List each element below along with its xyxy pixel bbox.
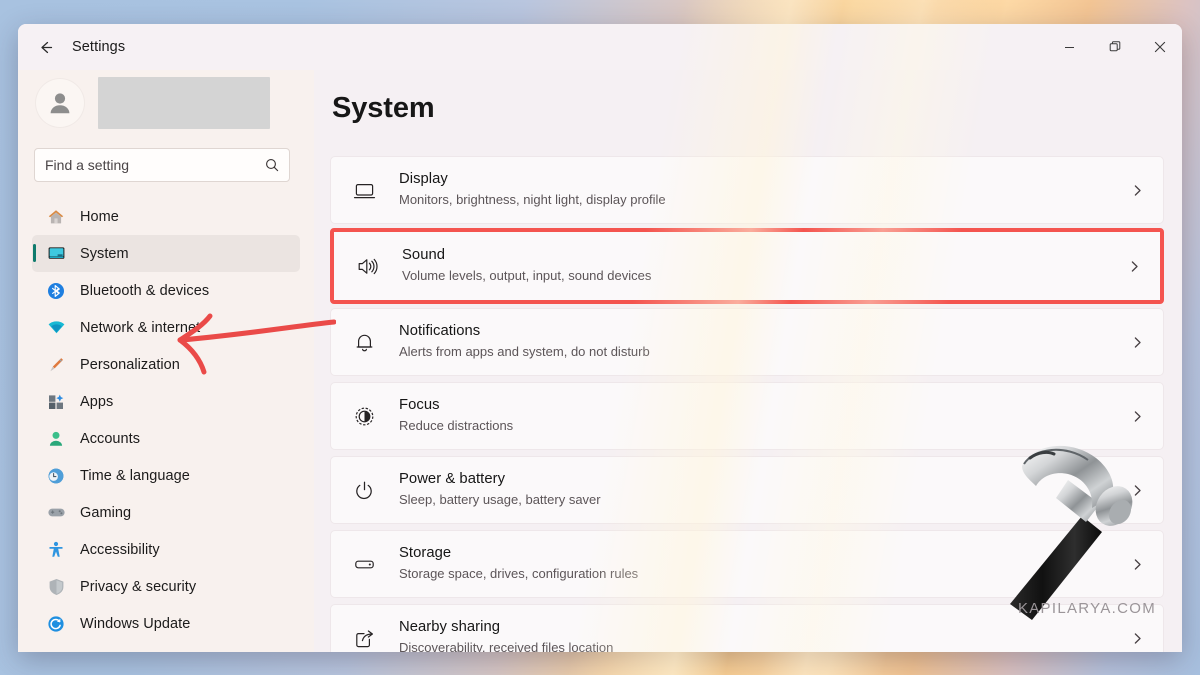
sidebar-item-windows-update[interactable]: Windows Update xyxy=(32,605,300,642)
sidebar-item-gaming[interactable]: Gaming xyxy=(32,494,300,531)
sidebar-item-personalization[interactable]: Personalization xyxy=(32,346,300,383)
sidebar-item-label: Accessibility xyxy=(80,541,160,558)
search-input[interactable]: Find a setting xyxy=(34,148,290,182)
sidebar-item-label: Windows Update xyxy=(80,615,191,632)
nearby-share-icon xyxy=(351,625,377,651)
system-monitor-icon xyxy=(46,244,66,264)
sidebar-item-home[interactable]: Home xyxy=(32,198,300,235)
card-title: Storage xyxy=(399,545,452,562)
chevron-right-icon xyxy=(1129,336,1145,349)
apps-grid-icon xyxy=(46,392,66,412)
back-arrow-icon[interactable] xyxy=(28,32,62,62)
card-title: Notifications xyxy=(399,323,481,340)
settings-card-storage[interactable]: Storage Storage space, drives, configura… xyxy=(330,530,1164,598)
settings-card-sound[interactable]: Sound Volume levels, output, input, soun… xyxy=(330,228,1164,304)
account-tile[interactable] xyxy=(32,70,300,136)
sidebar-item-label: Network & internet xyxy=(80,319,201,336)
settings-window: Settings Find a setting Home System Blue… xyxy=(18,24,1182,652)
card-description: Discoverability, received files location xyxy=(399,640,614,652)
card-title: Display xyxy=(399,171,448,188)
card-text: Notifications Alerts from apps and syste… xyxy=(399,322,1129,362)
desktop-background: Settings Find a setting Home System Blue… xyxy=(0,0,1200,675)
card-description: Alerts from apps and system, do not dist… xyxy=(399,344,650,360)
card-text: Focus Reduce distractions xyxy=(399,396,1129,436)
settings-card-power-battery[interactable]: Power & battery Sleep, battery usage, ba… xyxy=(330,456,1164,524)
sidebar-item-label: Privacy & security xyxy=(80,578,197,595)
power-icon xyxy=(351,477,377,503)
sidebar-item-system[interactable]: System xyxy=(32,235,300,272)
chevron-right-icon xyxy=(1129,558,1145,571)
card-description: Reduce distractions xyxy=(399,418,514,434)
display-monitor-icon xyxy=(351,177,377,203)
clock-globe-icon xyxy=(46,466,66,486)
chevron-right-icon xyxy=(1129,410,1145,423)
sidebar-item-label: Accounts xyxy=(80,430,141,447)
close-icon[interactable] xyxy=(1137,24,1182,70)
person-avatar-icon xyxy=(36,79,84,127)
gamepad-icon xyxy=(46,503,66,523)
sidebar-item-accessibility[interactable]: Accessibility xyxy=(32,531,300,568)
settings-card-notifications[interactable]: Notifications Alerts from apps and syste… xyxy=(330,308,1164,376)
card-title: Focus xyxy=(399,397,440,414)
sidebar-item-label: Personalization xyxy=(80,356,180,373)
window-controls xyxy=(1047,24,1182,70)
card-text: Display Monitors, brightness, night ligh… xyxy=(399,170,1129,210)
sidebar-item-label: Bluetooth & devices xyxy=(80,282,210,299)
chevron-right-icon xyxy=(1126,260,1142,273)
card-text: Nearby sharing Discoverability, received… xyxy=(399,618,1129,652)
window-titlebar: Settings xyxy=(18,24,1182,70)
card-text: Power & battery Sleep, battery usage, ba… xyxy=(399,470,1129,510)
network-wifi-icon xyxy=(46,318,66,338)
speaker-sound-icon xyxy=(354,253,380,279)
shield-icon xyxy=(46,577,66,597)
page-title: System xyxy=(332,92,435,124)
storage-drive-icon xyxy=(351,551,377,577)
accessibility-person-icon xyxy=(46,540,66,560)
sidebar-item-apps[interactable]: Apps xyxy=(32,383,300,420)
sidebar-nav: Home System Bluetooth & devices Network … xyxy=(32,198,300,642)
sidebar-item-bluetooth-devices[interactable]: Bluetooth & devices xyxy=(32,272,300,309)
chevron-right-icon xyxy=(1129,184,1145,197)
card-description: Volume levels, output, input, sound devi… xyxy=(402,268,652,284)
home-icon xyxy=(46,207,66,227)
chevron-right-icon xyxy=(1129,484,1145,497)
card-title: Sound xyxy=(402,247,446,264)
update-refresh-icon xyxy=(46,614,66,634)
settings-card-list: Display Monitors, brightness, night ligh… xyxy=(330,156,1164,652)
accounts-person-icon xyxy=(46,429,66,449)
card-text: Storage Storage space, drives, configura… xyxy=(399,544,1129,584)
minimize-icon[interactable] xyxy=(1047,24,1092,70)
sidebar-item-network-internet[interactable]: Network & internet xyxy=(32,309,300,346)
sidebar-item-label: Home xyxy=(80,208,119,225)
chevron-right-icon xyxy=(1129,632,1145,645)
window-body: Find a setting Home System Bluetooth & d… xyxy=(18,70,1182,652)
sidebar-item-privacy-security[interactable]: Privacy & security xyxy=(32,568,300,605)
sidebar-item-time-language[interactable]: Time & language xyxy=(32,457,300,494)
sidebar-item-label: System xyxy=(80,245,129,262)
bluetooth-icon xyxy=(46,281,66,301)
paintbrush-icon xyxy=(46,355,66,375)
sidebar-item-accounts[interactable]: Accounts xyxy=(32,420,300,457)
sidebar-item-label: Gaming xyxy=(80,504,132,521)
maximize-icon[interactable] xyxy=(1092,24,1137,70)
search-icon xyxy=(265,158,279,172)
settings-card-display[interactable]: Display Monitors, brightness, night ligh… xyxy=(330,156,1164,224)
sidebar-item-label: Time & language xyxy=(80,467,190,484)
card-title: Nearby sharing xyxy=(399,619,501,636)
card-description: Sleep, battery usage, battery saver xyxy=(399,492,601,508)
app-title: Settings xyxy=(72,39,126,55)
settings-card-focus[interactable]: Focus Reduce distractions xyxy=(330,382,1164,450)
search-placeholder: Find a setting xyxy=(45,157,130,173)
card-text: Sound Volume levels, output, input, soun… xyxy=(402,246,1126,286)
card-description: Monitors, brightness, night light, displ… xyxy=(399,192,666,208)
card-title: Power & battery xyxy=(399,471,506,488)
sidebar: Find a setting Home System Bluetooth & d… xyxy=(18,70,336,652)
main-content: System Display Monitors, brightness, nig… xyxy=(314,70,1182,652)
settings-card-nearby-sharing[interactable]: Nearby sharing Discoverability, received… xyxy=(330,604,1164,652)
account-name-redacted xyxy=(98,77,270,129)
card-description: Storage space, drives, configuration rul… xyxy=(399,566,639,582)
bell-icon xyxy=(351,329,377,355)
sidebar-item-label: Apps xyxy=(80,393,114,410)
focus-moon-icon xyxy=(351,403,377,429)
